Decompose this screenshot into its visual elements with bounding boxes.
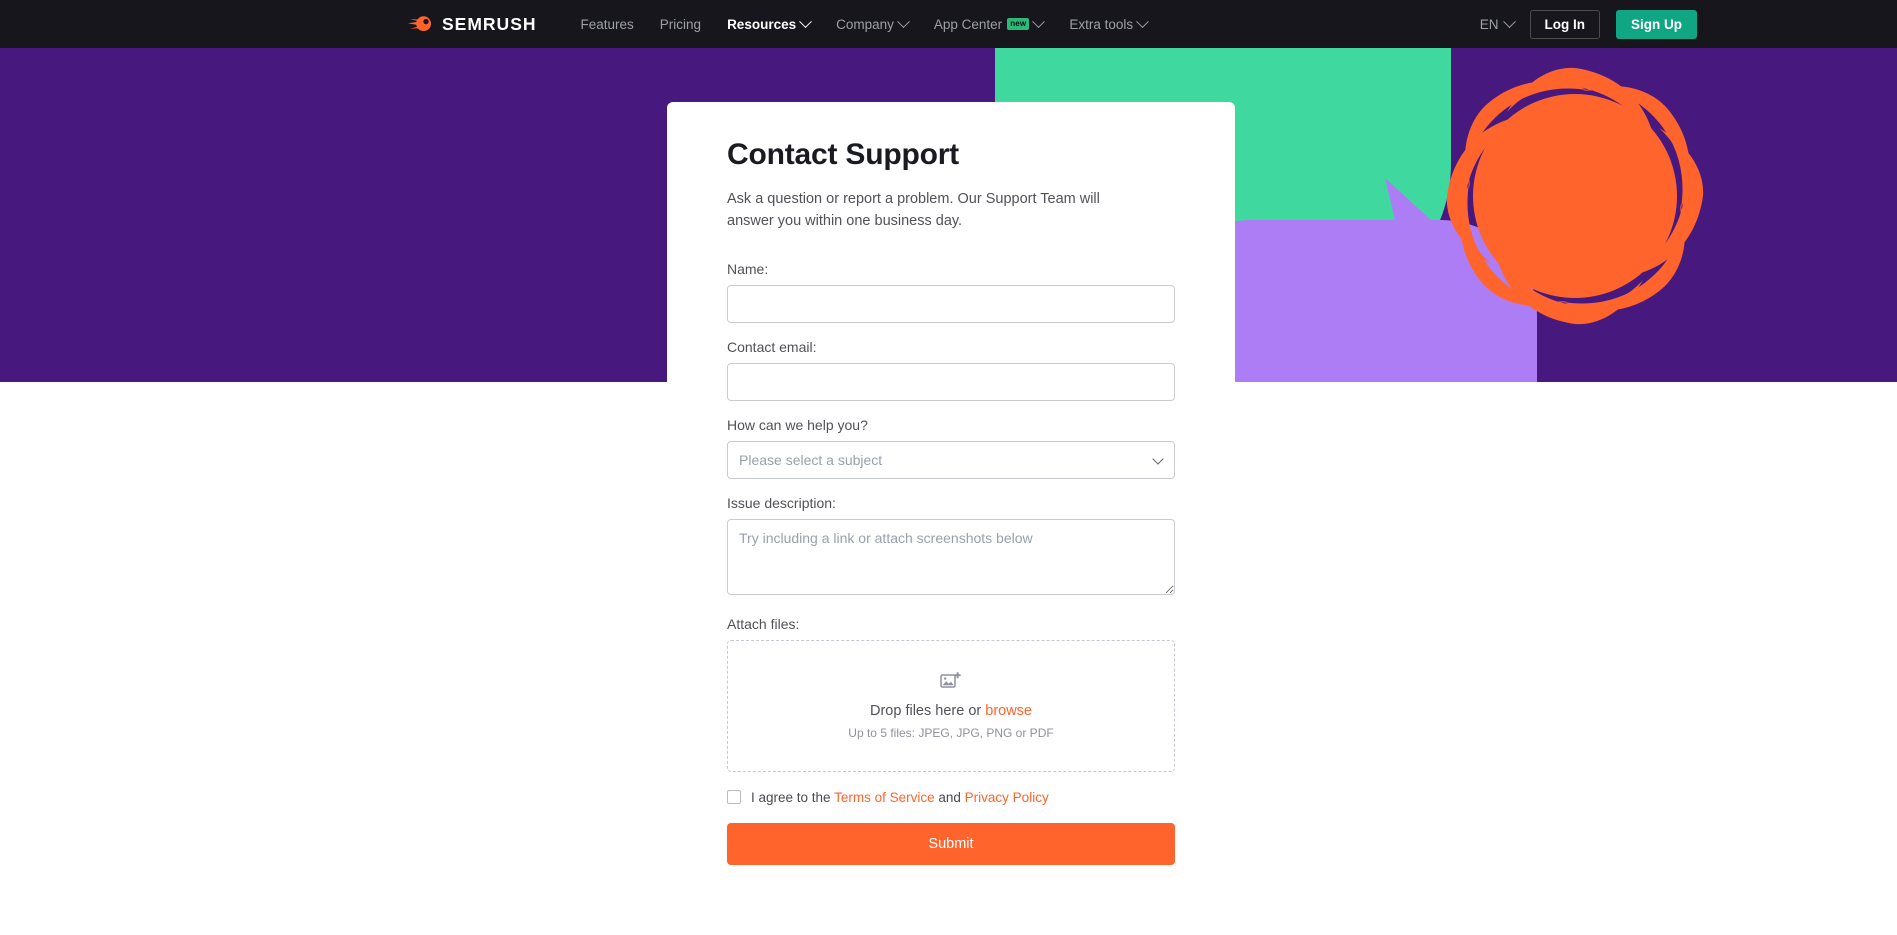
- agreement-conjunction: and: [938, 789, 961, 805]
- semrush-comet-icon: [408, 14, 434, 34]
- chevron-down-icon: [897, 14, 910, 28]
- semrush-logo-text: SEMRUSH: [442, 13, 537, 34]
- top-navigation-bar: SEMRUSH Features Pricing Resources Compa…: [0, 0, 1897, 48]
- agreement-row: I agree to the Terms of Service and Priv…: [727, 790, 1175, 805]
- chevron-down-icon: [1502, 14, 1516, 28]
- description-field-label: Issue description:: [727, 494, 836, 511]
- nav-right-controls: EN Log In Sign Up: [1479, 9, 1697, 39]
- nav-item-pricing[interactable]: Pricing: [660, 13, 701, 36]
- email-field-label: Contact email:: [727, 338, 817, 355]
- email-field-group: Contact email:: [727, 339, 1175, 401]
- privacy-policy-link[interactable]: Privacy Policy: [965, 790, 1049, 805]
- sign-up-button[interactable]: Sign Up: [1616, 9, 1697, 39]
- contact-support-card: Contact Support Ask a question or report…: [667, 102, 1235, 935]
- browse-link[interactable]: browse: [985, 703, 1032, 719]
- nav-item-pricing-label: Pricing: [659, 16, 702, 32]
- nav-item-extra-tools[interactable]: Extra tools: [1069, 13, 1150, 36]
- file-dropzone[interactable]: Drop files here or browse Up to 5 files:…: [727, 639, 1175, 772]
- subject-field-group: How can we help you? Please select a sub…: [727, 417, 1175, 479]
- subject-select-wrapper: Please select a subject: [727, 440, 1175, 479]
- attach-field-label: Attach files:: [727, 615, 800, 632]
- nav-item-features-label: Features: [580, 16, 634, 32]
- nav-item-resources-label: Resources: [727, 16, 797, 32]
- chevron-down-icon: [799, 14, 812, 28]
- nav-item-app-center-label: App Center: [933, 16, 1003, 32]
- agreement-prefix: I agree to the: [751, 789, 831, 805]
- language-selector-label: EN: [1479, 16, 1499, 32]
- agreement-text: I agree to the Terms of Service and Priv…: [751, 790, 1049, 805]
- terms-of-service-link[interactable]: Terms of Service: [834, 790, 935, 805]
- semrush-logo[interactable]: SEMRUSH: [408, 14, 537, 35]
- description-textarea[interactable]: [727, 518, 1175, 595]
- name-input[interactable]: [727, 284, 1175, 323]
- agreement-checkbox[interactable]: [727, 790, 741, 805]
- subject-select[interactable]: Please select a subject: [727, 440, 1175, 479]
- new-badge: new: [1007, 18, 1030, 30]
- name-field-label: Name:: [727, 260, 769, 277]
- language-selector[interactable]: EN: [1479, 14, 1516, 32]
- nav-item-extra-tools-label: Extra tools: [1069, 16, 1134, 32]
- dropzone-drop-label: Drop files here or: [870, 703, 982, 720]
- email-input[interactable]: [727, 362, 1175, 401]
- primary-nav-links: Features Pricing Resources Company App C…: [581, 13, 1150, 36]
- attach-field-group: Attach files: Drop files here or browse …: [727, 616, 1175, 772]
- page-title: Contact Support: [727, 138, 959, 171]
- nav-item-resources[interactable]: Resources: [727, 13, 812, 36]
- name-field-group: Name:: [727, 261, 1175, 323]
- page-subtitle: Ask a question or report a problem. Our …: [727, 191, 1100, 230]
- nav-item-app-center[interactable]: App Center new: [933, 13, 1046, 36]
- description-field-group: Issue description:: [727, 495, 1175, 600]
- nav-item-company-label: Company: [836, 16, 894, 32]
- nav-item-features[interactable]: Features: [581, 13, 634, 36]
- dropzone-hint: Up to 5 files: JPEG, JPG, PNG or PDF: [848, 726, 1054, 741]
- subject-field-label: How can we help you?: [727, 416, 868, 433]
- dropzone-main-text: Drop files here or browse: [870, 703, 1032, 719]
- chevron-down-icon: [1136, 14, 1150, 28]
- nav-item-company[interactable]: Company: [836, 13, 910, 36]
- log-in-button[interactable]: Log In: [1529, 9, 1600, 39]
- orange-pinwheel-icon: [1446, 67, 1704, 325]
- image-add-icon: [940, 671, 962, 696]
- chevron-down-icon: [1032, 14, 1046, 28]
- submit-button[interactable]: Submit: [727, 822, 1175, 865]
